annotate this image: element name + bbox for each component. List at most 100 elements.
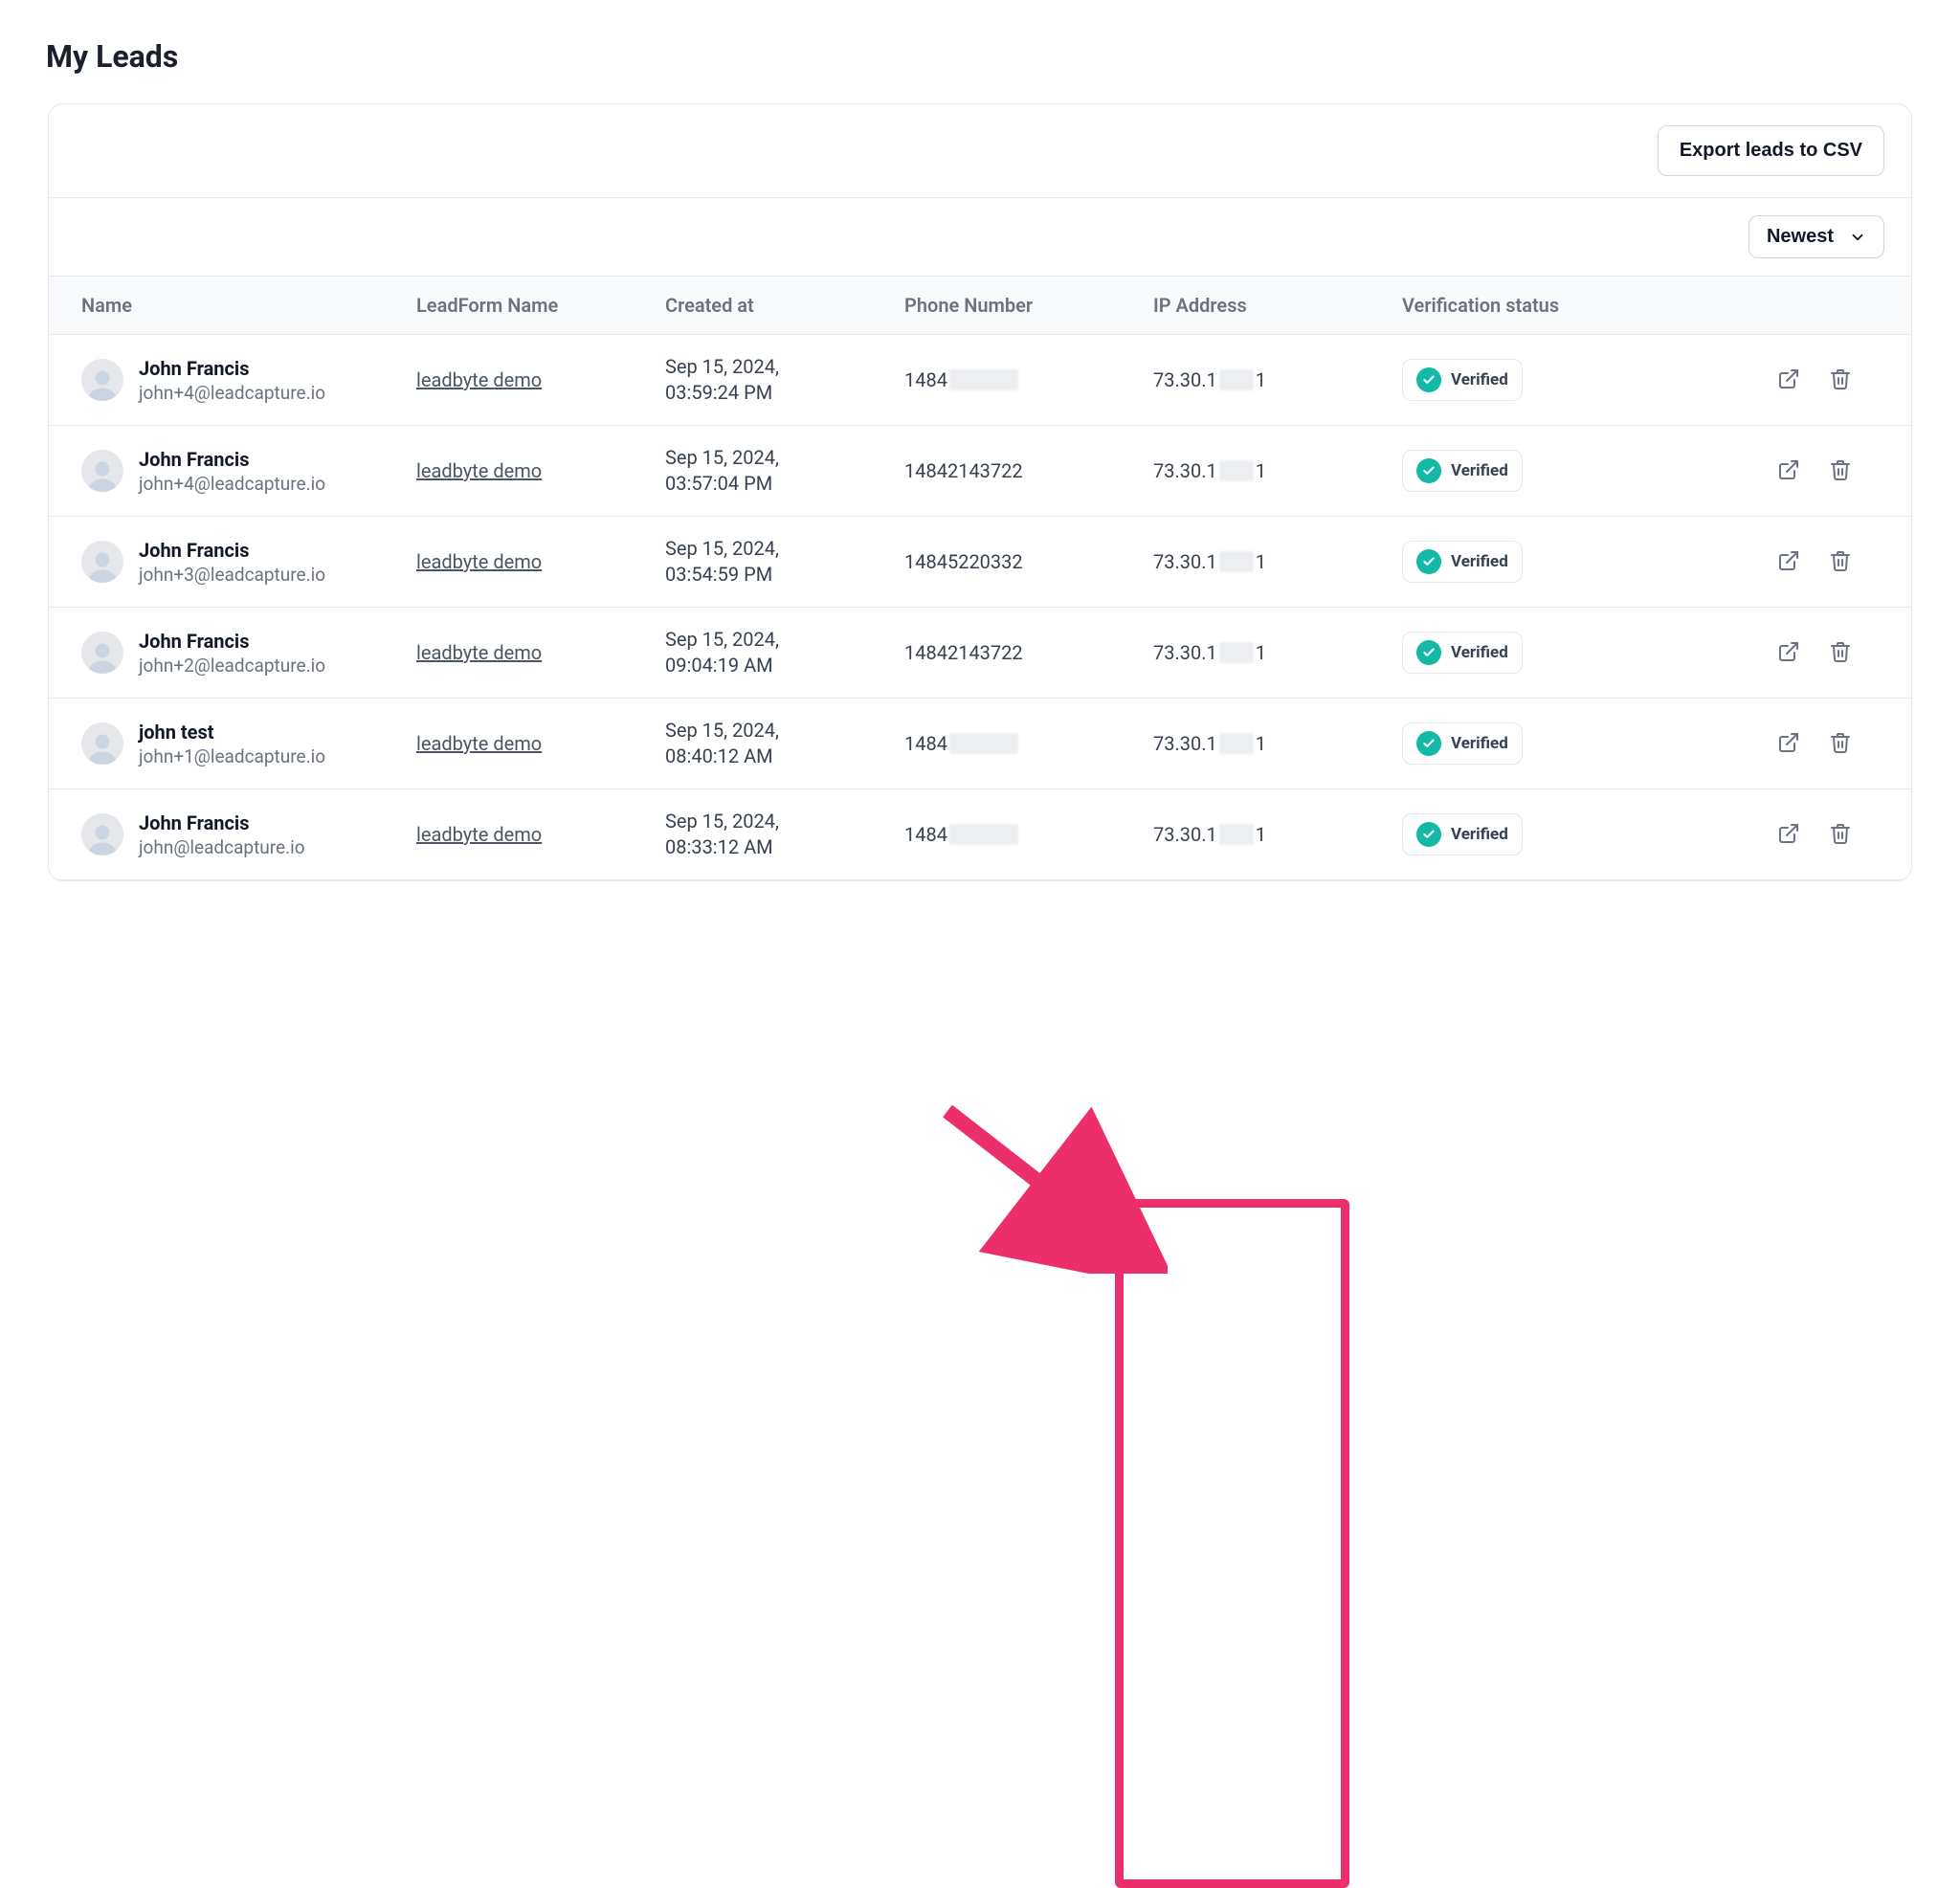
cell-status: Verified [1402,541,1718,583]
cell-created: Sep 15, 2024, 03:54:59 PM [665,536,904,588]
cell-ip: 73.30.11 [1153,368,1402,391]
status-badge: Verified [1402,359,1523,401]
open-external-button[interactable] [1773,455,1804,488]
cell-phone: 1484 [904,368,1153,391]
open-external-button[interactable] [1773,545,1804,579]
lead-name: John Francis [139,539,325,562]
table-row: John Francis john+2@leadcapture.io leadb… [49,608,1911,699]
open-external-button[interactable] [1773,727,1804,761]
sort-dropdown[interactable]: Newest [1748,215,1884,258]
cell-form: leadbyte demo [416,732,665,755]
status-badge: Verified [1402,632,1523,674]
status-badge: Verified [1402,541,1523,583]
leadform-link[interactable]: leadbyte demo [416,641,542,664]
leadform-link[interactable]: leadbyte demo [416,823,542,846]
status-label: Verified [1451,370,1508,389]
col-status: Verification status [1402,294,1718,317]
trash-icon [1829,470,1852,484]
leadform-link[interactable]: leadbyte demo [416,550,542,573]
cell-name: John Francis john+4@leadcapture.io [81,357,416,404]
lead-name: john test [139,721,325,744]
cell-created: Sep 15, 2024, 03:59:24 PM [665,354,904,406]
redacted-segment [949,369,1018,390]
cell-phone: 14842143722 [904,459,1153,482]
status-badge: Verified [1402,813,1523,855]
avatar-icon [81,632,123,674]
status-label: Verified [1451,825,1508,844]
cell-ip: 73.30.11 [1153,641,1402,664]
redacted-segment [1219,551,1254,572]
cell-name: John Francis john+2@leadcapture.io [81,630,416,677]
chevron-down-icon [1849,229,1866,246]
open-external-button[interactable] [1773,364,1804,397]
lead-email: john+2@leadcapture.io [139,655,325,677]
cell-actions [1718,364,1890,397]
cell-status: Verified [1402,359,1718,401]
open-external-button[interactable] [1773,818,1804,852]
avatar-icon [81,541,123,583]
cell-form: leadbyte demo [416,368,665,391]
delete-button[interactable] [1825,455,1856,488]
leads-card: Export leads to CSV Newest Name LeadForm… [48,103,1912,881]
cell-created: Sep 15, 2024, 09:04:19 AM [665,627,904,678]
cell-form: leadbyte demo [416,641,665,664]
check-circle-icon [1416,731,1441,756]
delete-button[interactable] [1825,818,1856,852]
col-created: Created at [665,294,904,317]
export-csv-button[interactable]: Export leads to CSV [1658,125,1884,176]
lead-name: John Francis [139,630,325,653]
cell-actions [1718,818,1890,852]
col-actions [1718,294,1890,317]
cell-name: John Francis john+3@leadcapture.io [81,539,416,586]
leadform-link[interactable]: leadbyte demo [416,459,542,482]
lead-email: john+4@leadcapture.io [139,382,325,404]
status-label: Verified [1451,461,1508,480]
table-row: John Francis john@leadcapture.io leadbyt… [49,789,1911,880]
table-row: john test john+1@leadcapture.io leadbyte… [49,699,1911,789]
lead-name: John Francis [139,357,325,380]
check-circle-icon [1416,822,1441,847]
trash-icon [1829,743,1852,757]
delete-button[interactable] [1825,364,1856,397]
redacted-segment [1219,642,1254,663]
col-phone: Phone Number [904,294,1153,317]
cell-created: Sep 15, 2024, 03:57:04 PM [665,445,904,497]
delete-button[interactable] [1825,545,1856,579]
avatar-icon [81,813,123,855]
table-header: Name LeadForm Name Created at Phone Numb… [49,277,1911,335]
status-label: Verified [1451,643,1508,662]
avatar-icon [81,359,123,401]
status-label: Verified [1451,552,1508,571]
table-row: John Francis john+4@leadcapture.io leadb… [49,335,1911,426]
trash-icon [1829,379,1852,393]
cell-ip: 73.30.11 [1153,550,1402,573]
cell-created: Sep 15, 2024, 08:40:12 AM [665,718,904,769]
check-circle-icon [1416,640,1441,665]
open-external-button[interactable] [1773,636,1804,670]
cell-ip: 73.30.11 [1153,823,1402,846]
redacted-segment [949,824,1018,845]
external-link-icon [1777,470,1800,484]
external-link-icon [1777,833,1800,848]
redacted-segment [1219,369,1254,390]
leadform-link[interactable]: leadbyte demo [416,368,542,391]
status-badge: Verified [1402,722,1523,765]
card-sortbar: Newest [49,198,1911,277]
status-label: Verified [1451,734,1508,753]
lead-name: John Francis [139,448,325,471]
redacted-segment [1219,733,1254,754]
cell-ip: 73.30.11 [1153,459,1402,482]
delete-button[interactable] [1825,727,1856,761]
cell-status: Verified [1402,450,1718,492]
cell-name: john test john+1@leadcapture.io [81,721,416,767]
table-row: John Francis john+4@leadcapture.io leadb… [49,426,1911,517]
avatar-icon [81,450,123,492]
redacted-segment [949,733,1018,754]
lead-email: john+1@leadcapture.io [139,745,325,767]
leadform-link[interactable]: leadbyte demo [416,732,542,755]
col-name: Name [81,294,416,317]
lead-email: john+4@leadcapture.io [139,473,325,495]
trash-icon [1829,561,1852,575]
external-link-icon [1777,652,1800,666]
delete-button[interactable] [1825,636,1856,670]
